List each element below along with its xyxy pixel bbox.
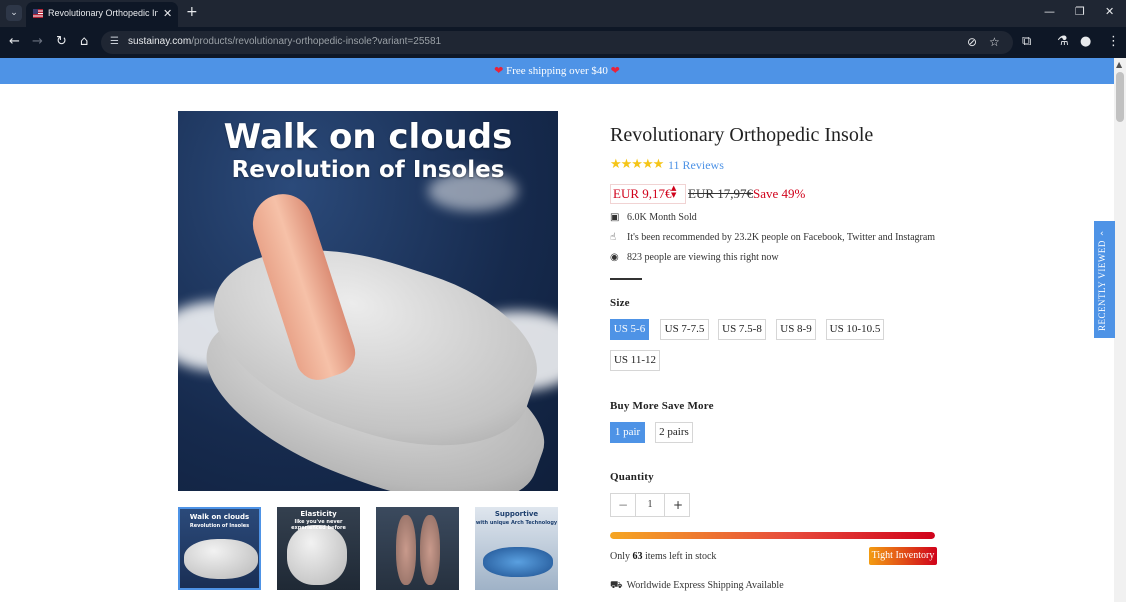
scrollbar-thumb[interactable] bbox=[1116, 72, 1124, 122]
tight-inventory-badge: Tight Inventory bbox=[869, 547, 937, 565]
inventory-progress-fill bbox=[610, 532, 935, 539]
image-subheadline: Revolution of Insoles bbox=[231, 157, 505, 183]
size-option-us-7-5-8[interactable]: US 7.5-8 bbox=[718, 319, 766, 340]
minimize-icon[interactable]: — bbox=[1044, 5, 1055, 18]
current-price: EUR 9,17€ bbox=[613, 186, 672, 201]
compare-at-price: EUR 17,97€ bbox=[688, 186, 753, 201]
size-option-us-11-12[interactable]: US 11-12 bbox=[610, 350, 660, 371]
url-text: sustainay.com/products/revolutionary-ort… bbox=[128, 36, 442, 47]
size-option-us-7-7-5[interactable]: US 7-7.5 bbox=[660, 319, 709, 340]
shipping-row: ⛟ Worldwide Express Shipping Available bbox=[610, 580, 784, 591]
forward-icon[interactable]: → bbox=[32, 34, 43, 50]
new-tab-button[interactable]: + bbox=[186, 4, 198, 20]
tab-title: Revolutionary Orthopedic Insole bbox=[48, 8, 158, 18]
currency-switch-icon[interactable]: ▲ ▼ bbox=[671, 185, 676, 199]
quantity-label: Quantity bbox=[610, 471, 654, 483]
scroll-up-icon[interactable]: ▲ bbox=[1116, 60, 1122, 69]
thumbnail-4[interactable]: Supportive with unique Arch Technology bbox=[475, 507, 558, 590]
eye-icon: ◉ bbox=[610, 252, 619, 263]
address-bar[interactable]: ☰ sustainay.com/products/revolutionary-o… bbox=[101, 31, 1013, 54]
us-flag-favicon-icon bbox=[33, 9, 43, 18]
thumbnail-2[interactable]: Elasticity like you've never experienced… bbox=[277, 507, 360, 590]
home-icon[interactable]: ⌂ bbox=[80, 34, 88, 50]
browser-toolbar: ← → ↻ ⌂ ☰ sustainay.com/products/revolut… bbox=[0, 27, 1126, 58]
divider bbox=[610, 278, 642, 280]
heart-icon: ❤ bbox=[494, 65, 504, 77]
bag-icon: ▣ bbox=[610, 212, 620, 223]
labs-icon[interactable]: ⚗ bbox=[1057, 34, 1069, 50]
thumbnail-3[interactable] bbox=[376, 507, 459, 590]
stock-remaining-text: Only 63 items left in stock bbox=[610, 551, 717, 562]
month-sold-row: ▣ 6.0K Month Sold bbox=[610, 212, 697, 223]
quantity-input[interactable]: 1 bbox=[635, 494, 665, 516]
thumbs-up-icon: ☝ bbox=[610, 232, 617, 243]
recommended-row: ☝ It's been recommended by 23.2K people o… bbox=[610, 232, 936, 243]
quantity-decrease-button[interactable]: − bbox=[611, 494, 635, 516]
inventory-progress-bar bbox=[610, 532, 935, 539]
reload-icon[interactable]: ↻ bbox=[56, 34, 67, 50]
size-option-us-10-10-5[interactable]: US 10-10.5 bbox=[826, 319, 884, 340]
image-headline: Walk on clouds bbox=[223, 117, 513, 157]
size-option-us-8-9[interactable]: US 8-9 bbox=[776, 319, 816, 340]
bundle-label: Buy More Save More bbox=[610, 400, 714, 412]
reviews-link[interactable]: 11 Reviews bbox=[668, 158, 724, 173]
save-percent-label: Save 49% bbox=[753, 186, 806, 201]
banner-text: Free shipping over $40 bbox=[506, 65, 608, 77]
site-info-icon[interactable]: ☰ bbox=[110, 36, 119, 47]
truck-icon: ⛟ bbox=[610, 580, 623, 591]
close-window-icon[interactable]: ✕ bbox=[1105, 5, 1114, 18]
browser-tab[interactable]: Revolutionary Orthopedic Insole ✕ bbox=[26, 2, 178, 27]
menu-kebab-icon[interactable]: ⋮ bbox=[1107, 34, 1120, 50]
tab-search-button[interactable]: ⌄ bbox=[6, 5, 22, 21]
rating-stars-icon: ★★★★★ bbox=[610, 157, 664, 172]
free-shipping-banner: ❤ Free shipping over $40 ❤ bbox=[0, 58, 1114, 84]
viewing-row: ◉ 823 people are viewing this right now bbox=[610, 252, 779, 263]
thumbnail-1[interactable]: Walk on clouds Revolution of Insoles bbox=[178, 507, 261, 590]
browser-tab-strip: ⌄ Revolutionary Orthopedic Insole ✕ + — … bbox=[0, 0, 1126, 27]
profile-avatar-icon[interactable]: ● bbox=[1080, 34, 1091, 50]
bundle-option-1-pair[interactable]: 1 pair bbox=[610, 422, 645, 443]
eye-off-icon[interactable]: ⊘ bbox=[967, 35, 977, 49]
close-tab-icon[interactable]: ✕ bbox=[163, 7, 172, 20]
product-title: Revolutionary Orthopedic Insole bbox=[610, 124, 874, 146]
page-scrollbar[interactable]: ▲ bbox=[1114, 58, 1126, 602]
recently-viewed-label[interactable]: RECENTLY VIEWED bbox=[1097, 240, 1107, 331]
bookmark-star-icon[interactable]: ☆ bbox=[989, 35, 1000, 49]
size-label: Size bbox=[610, 297, 630, 309]
restore-icon[interactable]: ❐ bbox=[1075, 5, 1085, 18]
back-icon[interactable]: ← bbox=[9, 34, 20, 50]
extensions-icon[interactable]: ⧉ bbox=[1022, 34, 1031, 50]
heart-icon: ❤ bbox=[610, 65, 620, 77]
chevron-up-icon[interactable]: ‹ bbox=[1100, 229, 1104, 239]
size-option-us-5-6[interactable]: US 5-6 bbox=[610, 319, 649, 340]
product-main-image[interactable]: Walk on clouds Revolution of Insoles bbox=[178, 111, 558, 491]
quantity-stepper: − 1 + bbox=[610, 493, 690, 517]
bundle-option-2-pairs[interactable]: 2 pairs bbox=[655, 422, 693, 443]
quantity-increase-button[interactable]: + bbox=[666, 494, 690, 516]
